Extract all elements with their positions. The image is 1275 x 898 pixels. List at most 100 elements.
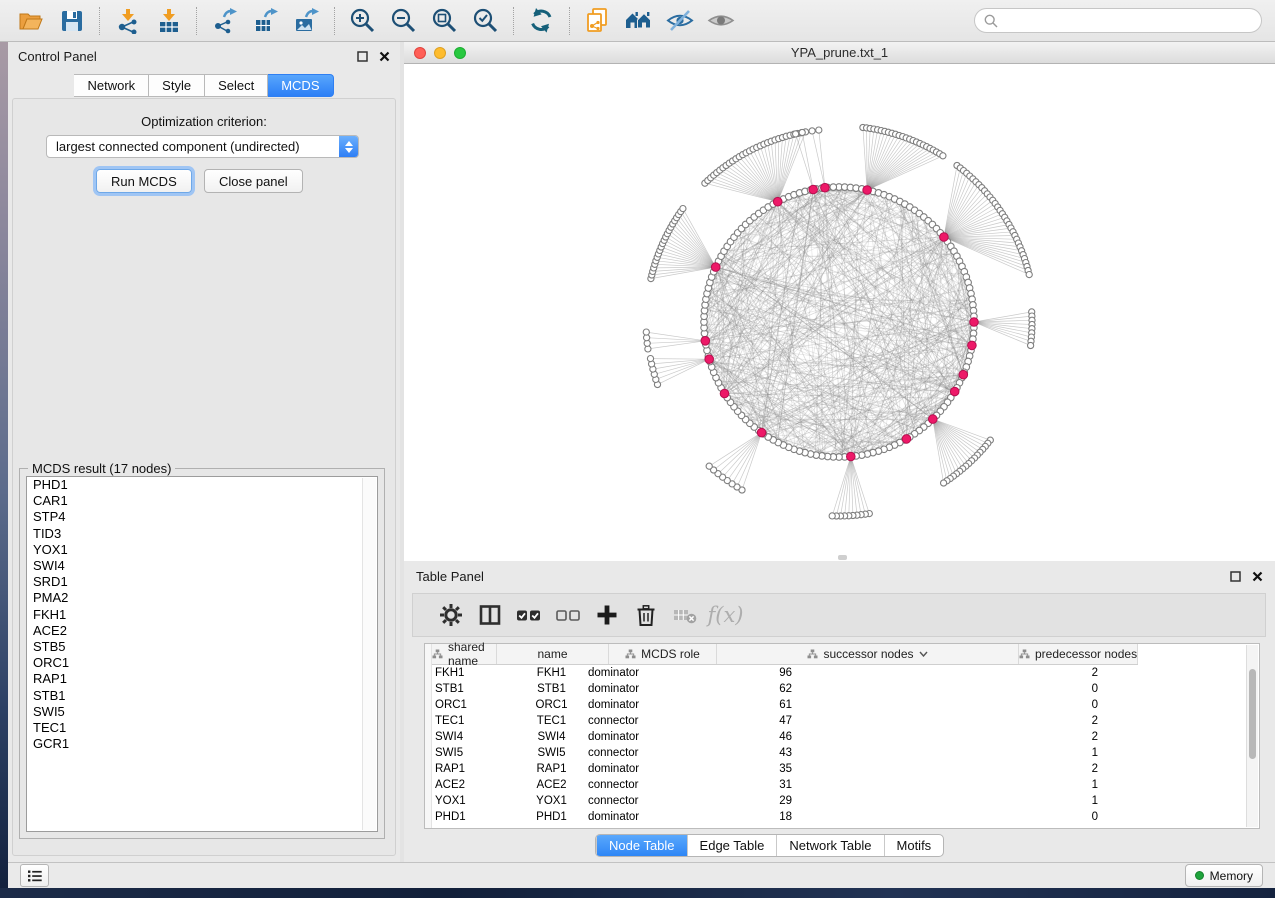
network-edge[interactable]: [723, 433, 762, 478]
close-panel-button[interactable]: Close panel: [204, 169, 303, 193]
network-edge[interactable]: [675, 221, 716, 267]
table-row[interactable]: PHD1 PHD1 dominator 18 0: [432, 809, 1259, 825]
network-canvas[interactable]: [404, 64, 1275, 561]
control-panel-tab[interactable]: MCDS: [268, 74, 333, 97]
mcds-result-item[interactable]: PMA2: [27, 590, 377, 606]
network-node[interactable]: [680, 206, 686, 212]
network-node[interactable]: [706, 463, 712, 469]
network-edge[interactable]: [974, 322, 1031, 341]
zoom-fit-button[interactable]: [424, 4, 465, 38]
table-row[interactable]: ACE2 ACE2 connector 31 1: [432, 777, 1259, 793]
export-image-button[interactable]: [286, 4, 327, 38]
network-node[interactable]: [1026, 272, 1032, 278]
search-input[interactable]: [1004, 12, 1252, 29]
mcds-result-item[interactable]: SWI5: [27, 704, 377, 720]
deselect-all-rows-button[interactable]: [548, 597, 587, 633]
network-edge[interactable]: [944, 176, 970, 237]
network-node[interactable]: [940, 153, 946, 159]
network-hub-node[interactable]: [711, 263, 720, 272]
network-hub-node[interactable]: [847, 452, 856, 461]
network-node[interactable]: [647, 356, 653, 362]
mcds-result-item[interactable]: GCR1: [27, 736, 377, 752]
network-node[interactable]: [809, 128, 815, 134]
mcds-result-item[interactable]: ORC1: [27, 655, 377, 671]
zoom-out-button[interactable]: [383, 4, 424, 38]
network-node[interactable]: [799, 129, 805, 135]
mcds-result-item[interactable]: TEC1: [27, 720, 377, 736]
table-panel-tab[interactable]: Node Table: [596, 835, 687, 856]
memory-button[interactable]: Memory: [1185, 864, 1263, 887]
network-edge[interactable]: [836, 457, 850, 517]
network-edge[interactable]: [681, 212, 716, 268]
create-column-button[interactable]: [587, 597, 626, 633]
network-node[interactable]: [941, 480, 947, 486]
show-navigator-button[interactable]: [618, 4, 659, 38]
network-hub-node[interactable]: [929, 415, 938, 424]
control-panel-tab[interactable]: Select: [205, 74, 268, 97]
delete-column-button[interactable]: [626, 597, 665, 633]
hide-graphics-details-button[interactable]: [659, 4, 700, 38]
column-header[interactable]: MCDS role: [609, 644, 717, 664]
zoom-selected-button[interactable]: [465, 4, 506, 38]
network-hub-node[interactable]: [809, 185, 818, 194]
network-edge[interactable]: [651, 359, 710, 360]
network-edge[interactable]: [705, 183, 778, 202]
table-panel-tab[interactable]: Network Table: [776, 835, 883, 856]
table-row[interactable]: SWI4 SWI4 dominator 46 2: [432, 729, 1259, 745]
import-table-button[interactable]: [148, 4, 189, 38]
mcds-result-item[interactable]: SRD1: [27, 574, 377, 590]
network-node[interactable]: [1028, 342, 1034, 348]
network-edge[interactable]: [867, 139, 910, 190]
export-network-button[interactable]: [204, 4, 245, 38]
mcds-result-item[interactable]: FKH1: [27, 607, 377, 623]
mcds-result-item[interactable]: STB5: [27, 639, 377, 655]
network-hscroll-thumb[interactable]: [838, 555, 847, 560]
network-hub-node[interactable]: [705, 355, 714, 364]
column-header[interactable]: name: [497, 644, 609, 664]
float-panel-icon[interactable]: [357, 51, 368, 62]
select-all-rows-button[interactable]: [509, 597, 548, 633]
mcds-result-item[interactable]: YOX1: [27, 542, 377, 558]
network-edge[interactable]: [667, 234, 715, 267]
close-window-icon[interactable]: [414, 47, 426, 59]
table-row[interactable]: YOX1 YOX1 connector 29 1: [432, 793, 1259, 809]
import-network-button[interactable]: [107, 4, 148, 38]
network-hub-node[interactable]: [968, 341, 977, 350]
save-session-button[interactable]: [51, 4, 92, 38]
network-edge[interactable]: [812, 131, 825, 188]
network-edge[interactable]: [851, 457, 866, 515]
duplicate-network-button[interactable]: [577, 4, 618, 38]
network-node[interactable]: [829, 513, 835, 519]
column-header[interactable]: shared name: [432, 644, 497, 664]
mcds-result-item[interactable]: CAR1: [27, 493, 377, 509]
table-row[interactable]: STB1 STB1 dominator 62 0: [432, 681, 1259, 697]
table-settings-button[interactable]: [431, 597, 470, 633]
open-file-button[interactable]: [10, 4, 51, 38]
show-columns-button[interactable]: [470, 597, 509, 633]
network-hub-node[interactable]: [959, 370, 968, 379]
network-canvas-svg[interactable]: [404, 64, 1275, 561]
network-node[interactable]: [793, 131, 799, 137]
column-header[interactable]: successor nodes: [717, 644, 1019, 664]
network-hub-node[interactable]: [950, 387, 959, 396]
mcds-result-item[interactable]: PHD1: [27, 477, 377, 493]
network-node[interactable]: [816, 127, 822, 133]
table-row[interactable]: SWI5 SWI5 connector 43 1: [432, 745, 1259, 761]
network-edge[interactable]: [819, 130, 825, 188]
automation-panel-button[interactable]: [20, 864, 49, 887]
network-node[interactable]: [643, 329, 649, 335]
network-edge[interactable]: [656, 359, 709, 379]
mcds-result-item[interactable]: STP4: [27, 509, 377, 525]
run-mcds-button[interactable]: Run MCDS: [96, 169, 192, 193]
network-hub-node[interactable]: [902, 435, 911, 444]
mcds-result-scrollbar[interactable]: [362, 478, 376, 830]
network-edge[interactable]: [718, 433, 762, 474]
export-table-button[interactable]: [245, 4, 286, 38]
network-edge[interactable]: [714, 433, 762, 470]
table-panel-tab[interactable]: Motifs: [884, 835, 944, 856]
network-edge[interactable]: [727, 433, 761, 481]
network-window-titlebar[interactable]: YPA_prune.txt_1: [404, 42, 1275, 64]
table-row[interactable]: FKH1 FKH1 dominator 96 2: [432, 665, 1259, 681]
network-hub-node[interactable]: [940, 233, 949, 242]
optimization-criterion-select[interactable]: largest connected component (undirected): [46, 135, 359, 158]
